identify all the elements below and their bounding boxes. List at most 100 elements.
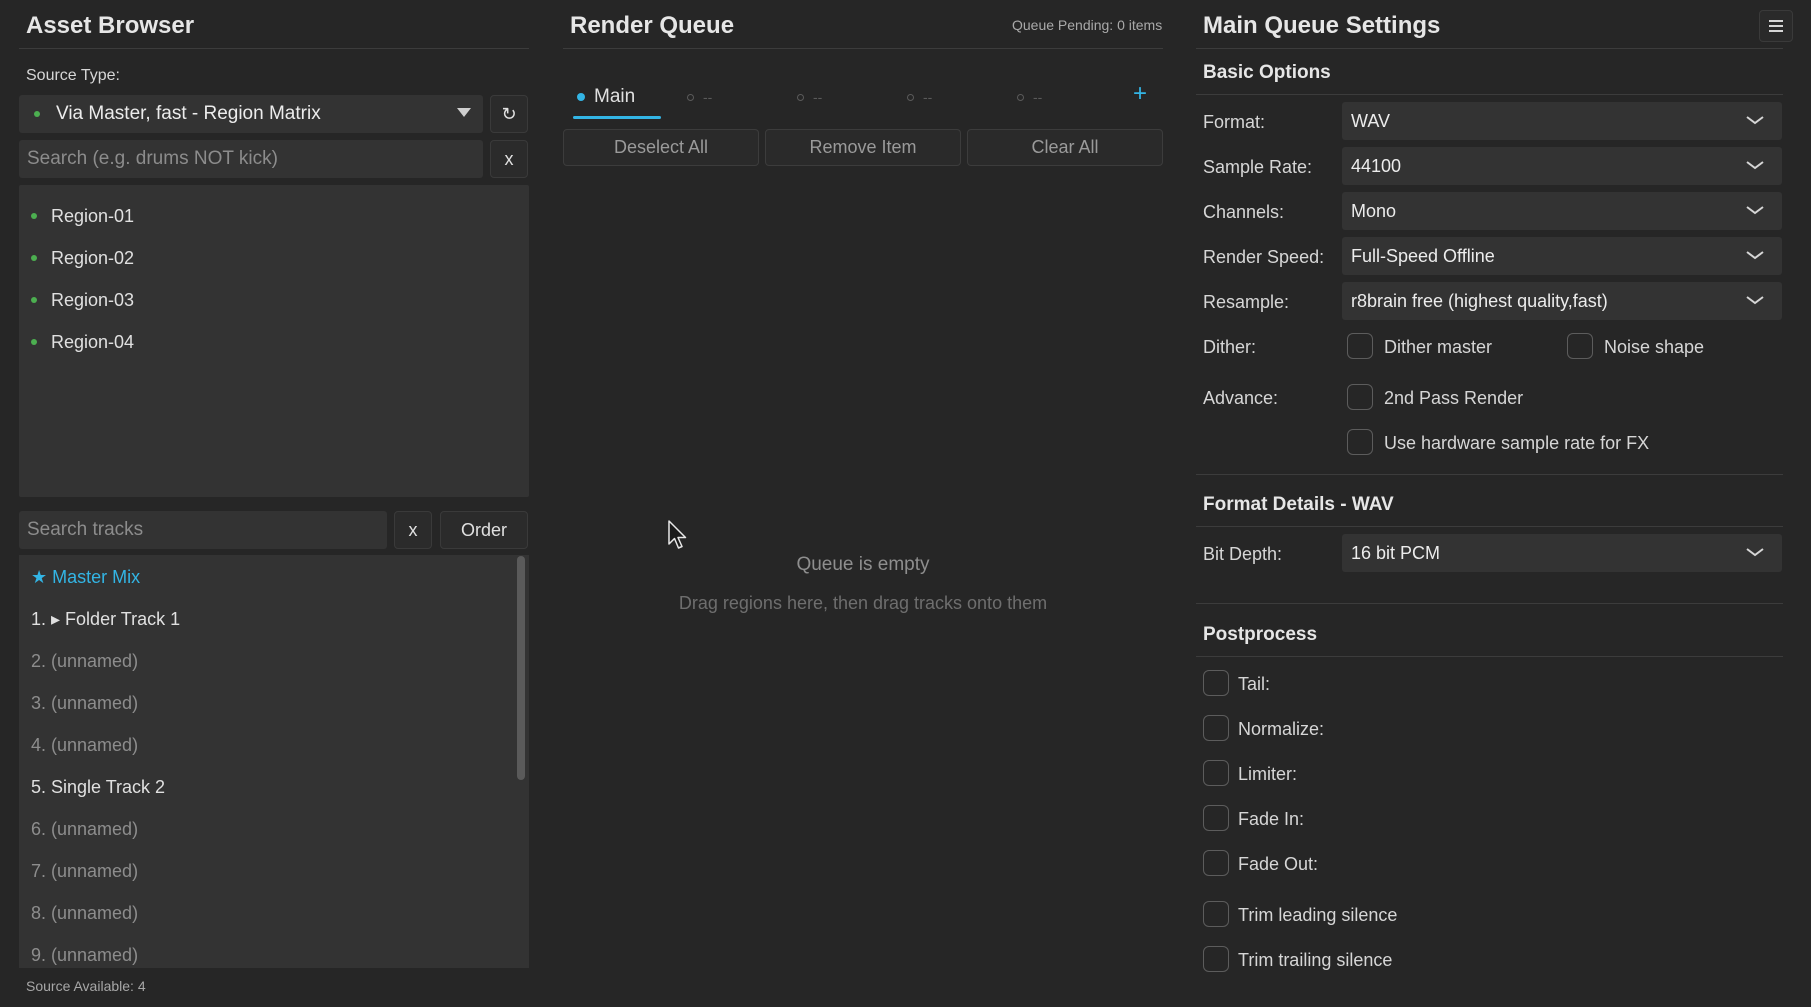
bit-depth-value: 16 bit PCM — [1351, 542, 1441, 563]
normalize-checkbox[interactable] — [1203, 715, 1229, 741]
channels-select[interactable]: Mono — [1342, 192, 1782, 230]
track-item[interactable]: 2. (unnamed) — [31, 643, 138, 679]
noise-shape-checkbox[interactable] — [1567, 333, 1593, 359]
tail-checkbox[interactable] — [1203, 670, 1229, 696]
hardware-sample-rate-checkbox[interactable] — [1347, 429, 1373, 455]
tab-empty[interactable]: -- — [687, 80, 712, 114]
tab-empty[interactable]: -- — [907, 80, 932, 114]
region-item[interactable]: Region-04 — [19, 323, 529, 361]
region-search-input[interactable] — [19, 140, 483, 178]
settings-title: Main Queue Settings — [1203, 12, 1441, 39]
tab-dot-icon — [1017, 93, 1024, 101]
bit-depth-label: Bit Depth: — [1203, 544, 1283, 564]
tab-empty[interactable]: -- — [797, 80, 822, 114]
track-search-input[interactable] — [19, 511, 387, 549]
clear-track-search-button[interactable]: x — [394, 511, 432, 549]
dither-master-label: Dither master — [1384, 337, 1493, 357]
queue-drop-area[interactable]: Queue is empty Drag regions here, then d… — [563, 180, 1163, 970]
track-item[interactable]: 8. (unnamed) — [31, 895, 138, 931]
render-manager-window: Asset Browser Source Type: Via Master, f… — [0, 0, 1811, 1007]
hamburger-menu-icon — [1769, 20, 1783, 32]
queue-pending-status: Queue Pending: 0 items — [1012, 17, 1163, 33]
trim-trailing-silence-checkbox[interactable] — [1203, 946, 1229, 972]
track-item[interactable]: 6. (unnamed) — [31, 811, 138, 847]
divider — [1196, 656, 1783, 657]
region-dot-icon — [31, 297, 37, 303]
sample-rate-value: 44100 — [1351, 155, 1402, 176]
region-item[interactable]: Region-02 — [19, 239, 529, 277]
tab-label: Main — [594, 86, 636, 107]
tab-main[interactable]: Main — [577, 80, 635, 114]
trim-trailing-silence-label: Trim trailing silence — [1238, 950, 1393, 970]
region-item[interactable]: Region-01 — [19, 197, 529, 235]
track-item[interactable]: 3. (unnamed) — [31, 685, 138, 721]
tab-label: -- — [703, 89, 713, 105]
region-dot-icon — [31, 255, 37, 261]
track-item[interactable]: 4. (unnamed) — [31, 727, 138, 763]
render-queue-title: Render Queue — [570, 12, 735, 39]
region-dot-icon — [31, 213, 37, 219]
source-available-status: Source Available: 4 — [26, 978, 146, 994]
tab-dot-icon — [907, 93, 914, 101]
divider — [1196, 603, 1783, 604]
chevron-down-icon — [1746, 206, 1764, 215]
fade-in-checkbox[interactable] — [1203, 805, 1229, 831]
advance-label: Advance: — [1203, 388, 1279, 408]
tab-label: -- — [1033, 89, 1043, 105]
asset-browser-title: Asset Browser — [26, 12, 195, 39]
limiter-label: Limiter: — [1238, 764, 1298, 784]
region-item[interactable]: Region-03 — [19, 281, 529, 319]
divider — [19, 48, 529, 49]
noise-shape-label: Noise shape — [1604, 337, 1705, 357]
track-item[interactable]: 9. (unnamed) — [31, 937, 138, 968]
dither-master-checkbox[interactable] — [1347, 333, 1373, 359]
clear-all-button[interactable]: Clear All — [967, 129, 1163, 166]
track-item-single-track-2[interactable]: 5. Single Track 2 — [31, 769, 165, 805]
tab-empty[interactable]: -- — [1017, 80, 1042, 114]
region-label: Region-01 — [51, 205, 135, 226]
fade-out-checkbox[interactable] — [1203, 850, 1229, 876]
track-item[interactable]: 7. (unnamed) — [31, 853, 138, 889]
trim-leading-silence-checkbox[interactable] — [1203, 901, 1229, 927]
format-label: Format: — [1203, 112, 1266, 132]
order-label: Order — [460, 519, 507, 540]
sample-rate-select[interactable]: 44100 — [1342, 147, 1782, 185]
queue-empty-title: Queue is empty — [796, 554, 930, 575]
region-list: Region-01 Region-02 Region-03 Region-04 — [19, 185, 529, 497]
source-type-label: Source Type: — [26, 67, 120, 84]
channels-label: Channels: — [1203, 202, 1285, 222]
settings-menu-button[interactable] — [1759, 10, 1793, 42]
deselect-all-button[interactable]: Deselect All — [563, 129, 759, 166]
render-speed-select[interactable]: Full-Speed Offline — [1342, 237, 1782, 275]
hardware-sample-rate-label: Use hardware sample rate for FX — [1384, 433, 1650, 453]
track-item-master-mix[interactable]: ★ Master Mix — [31, 559, 140, 595]
format-select[interactable]: WAV — [1342, 102, 1782, 140]
chevron-down-icon — [1746, 296, 1764, 305]
fade-in-label: Fade In: — [1238, 809, 1305, 829]
track-item-folder-track-1[interactable]: 1. ▸ Folder Track 1 — [31, 601, 180, 637]
tab-label: -- — [813, 89, 823, 105]
resample-select[interactable]: r8brain free (highest quality,fast) — [1342, 282, 1782, 320]
limiter-checkbox[interactable] — [1203, 760, 1229, 786]
queue-empty-hint: Drag regions here, then drag tracks onto… — [678, 593, 1048, 613]
format-details-heading: Format Details - WAV — [1203, 494, 1394, 515]
refresh-icon: ↻ — [501, 103, 517, 124]
order-button[interactable]: Order — [440, 511, 528, 549]
track-list-scrollbar[interactable] — [517, 556, 525, 780]
postprocess-heading: Postprocess — [1203, 624, 1318, 645]
divider — [1196, 48, 1783, 49]
format-value: WAV — [1351, 110, 1390, 131]
remove-item-button[interactable]: Remove Item — [765, 129, 961, 166]
add-tab-icon[interactable]: + — [1133, 80, 1147, 108]
second-pass-render-checkbox[interactable] — [1347, 384, 1373, 410]
refresh-button[interactable]: ↻ — [490, 95, 528, 133]
sample-rate-label: Sample Rate: — [1203, 157, 1313, 177]
bit-depth-select[interactable]: 16 bit PCM — [1342, 534, 1782, 572]
clear-region-search-button[interactable]: x — [490, 140, 528, 178]
chevron-down-icon — [1746, 251, 1764, 260]
render-speed-label: Render Speed: — [1203, 247, 1325, 267]
source-type-select[interactable]: Via Master, fast - Region Matrix — [19, 95, 483, 133]
chevron-down-icon — [1746, 548, 1764, 557]
resample-value: r8brain free (highest quality,fast) — [1351, 290, 1608, 311]
region-label: Region-02 — [51, 247, 135, 268]
